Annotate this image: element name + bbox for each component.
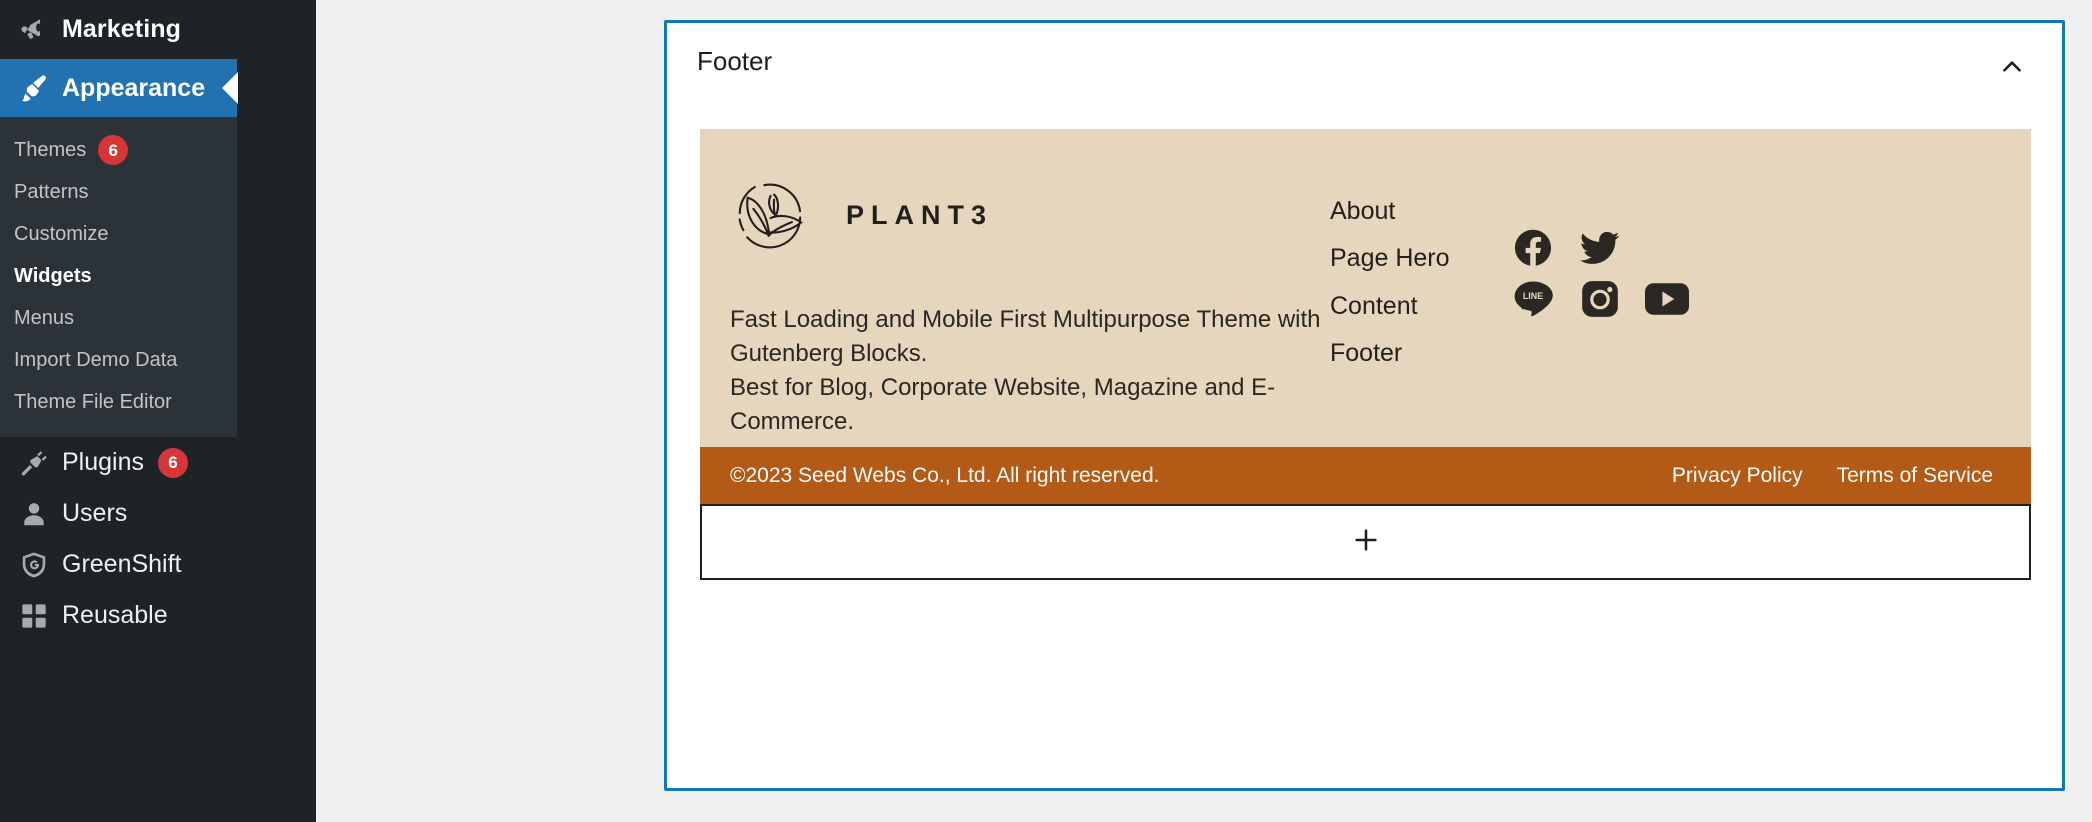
screen: Marketing Appearance Themes 6 Patterns C xyxy=(0,0,2092,822)
paintbrush-icon xyxy=(6,72,62,104)
submenu-item-label: Theme File Editor xyxy=(14,390,172,413)
appearance-submenu: Themes 6 Patterns Customize Widgets Menu… xyxy=(0,117,237,437)
brand-name: PLANT3 xyxy=(846,199,994,230)
widget-area-panel: Footer PLANT3 Fast Loading and Mobile Fi… xyxy=(664,20,2065,791)
sidebar-item-marketing[interactable]: Marketing xyxy=(0,0,316,59)
privacy-policy-link[interactable]: Privacy Policy xyxy=(1672,464,1803,488)
sidebar-item-greenshift[interactable]: GreenShift xyxy=(0,539,316,590)
line-icon[interactable]: LINE xyxy=(1510,276,1556,322)
sidebar-item-plugins[interactable]: Plugins 6 xyxy=(0,437,316,488)
svg-text:LINE: LINE xyxy=(1523,291,1543,301)
social-row-2: LINE xyxy=(1510,276,1810,322)
submenu-item-label: Patterns xyxy=(14,180,89,203)
footer-link-content[interactable]: Content xyxy=(1330,288,1450,324)
footer-link-page-hero[interactable]: Page Hero xyxy=(1330,240,1450,276)
sidebar-item-label: Users xyxy=(62,499,128,527)
sidebar-item-reusable[interactable]: Reusable xyxy=(0,590,316,641)
footer-block-preview[interactable]: PLANT3 Fast Loading and Mobile First Mul… xyxy=(700,129,2031,504)
admin-sidebar: Marketing Appearance Themes 6 Patterns C xyxy=(0,0,316,822)
sidebar-item-label: Appearance xyxy=(62,73,206,102)
submenu-item-label: Themes xyxy=(14,138,87,161)
sidebar-item-label: Reusable xyxy=(62,601,168,629)
add-block-button[interactable] xyxy=(700,504,2031,580)
submenu-item-themes[interactable]: Themes 6 xyxy=(0,129,237,171)
social-row-1 xyxy=(1510,225,1810,271)
submenu-item-widgets[interactable]: Widgets xyxy=(0,255,237,297)
submenu-item-label: Widgets xyxy=(14,264,92,287)
footer-description-line-2: Best for Blog, Corporate Website, Magazi… xyxy=(730,374,1276,436)
submenu-item-label: Customize xyxy=(14,222,109,245)
copyright-text: ©2023 Seed Webs Co., Ltd. All right rese… xyxy=(730,463,1160,487)
plugins-update-badge: 6 xyxy=(158,447,188,478)
footer-description: Fast Loading and Mobile First Multipurpo… xyxy=(730,303,1350,439)
sidebar-item-label: GreenShift xyxy=(62,550,182,578)
blocks-grid-icon xyxy=(6,602,62,630)
facebook-icon[interactable] xyxy=(1510,225,1556,271)
submenu-item-patterns[interactable]: Patterns xyxy=(0,171,237,213)
submenu-item-label: Menus xyxy=(14,306,75,329)
plus-icon xyxy=(1351,525,1381,560)
footer-nav-links: About Page Hero Content Footer xyxy=(1330,193,1450,382)
themes-update-badge: 6 xyxy=(98,135,129,165)
sidebar-item-appearance[interactable]: Appearance xyxy=(0,59,237,117)
footer-upper-section: PLANT3 Fast Loading and Mobile First Mul… xyxy=(700,129,2031,447)
legal-links: Privacy Policy Terms of Service xyxy=(1672,464,1993,488)
footer-link-footer[interactable]: Footer xyxy=(1330,335,1450,371)
terms-of-service-link[interactable]: Terms of Service xyxy=(1837,464,1993,488)
megaphone-icon xyxy=(6,15,62,45)
submenu-item-label: Import Demo Data xyxy=(14,348,178,371)
footer-description-line-1: Fast Loading and Mobile First Multipurpo… xyxy=(730,306,1321,368)
widget-area-header[interactable]: Footer xyxy=(667,23,2062,99)
footer-bottom-bar: ©2023 Seed Webs Co., Ltd. All right rese… xyxy=(700,447,2031,504)
plant-leaf-circle-logo xyxy=(732,177,808,253)
page-title: Footer xyxy=(697,45,773,76)
plug-icon xyxy=(6,448,62,478)
greenshift-shield-icon xyxy=(6,550,62,580)
youtube-icon[interactable] xyxy=(1644,276,1690,322)
submenu-item-theme-file-editor[interactable]: Theme File Editor xyxy=(0,381,237,423)
chevron-up-icon[interactable] xyxy=(1992,47,2032,87)
user-icon xyxy=(6,499,62,529)
submenu-item-import-demo-data[interactable]: Import Demo Data xyxy=(0,339,237,381)
sidebar-item-label: Plugins xyxy=(62,448,144,476)
submenu-item-customize[interactable]: Customize xyxy=(0,213,237,255)
social-links: LINE xyxy=(1510,225,1810,327)
sidebar-item-label: Marketing xyxy=(62,15,181,43)
submenu-item-menus[interactable]: Menus xyxy=(0,297,237,339)
site-brand: PLANT3 xyxy=(732,177,993,253)
twitter-icon[interactable] xyxy=(1577,225,1623,271)
footer-link-about[interactable]: About xyxy=(1330,193,1450,229)
instagram-icon[interactable] xyxy=(1577,276,1623,322)
sidebar-item-users[interactable]: Users xyxy=(0,488,316,539)
